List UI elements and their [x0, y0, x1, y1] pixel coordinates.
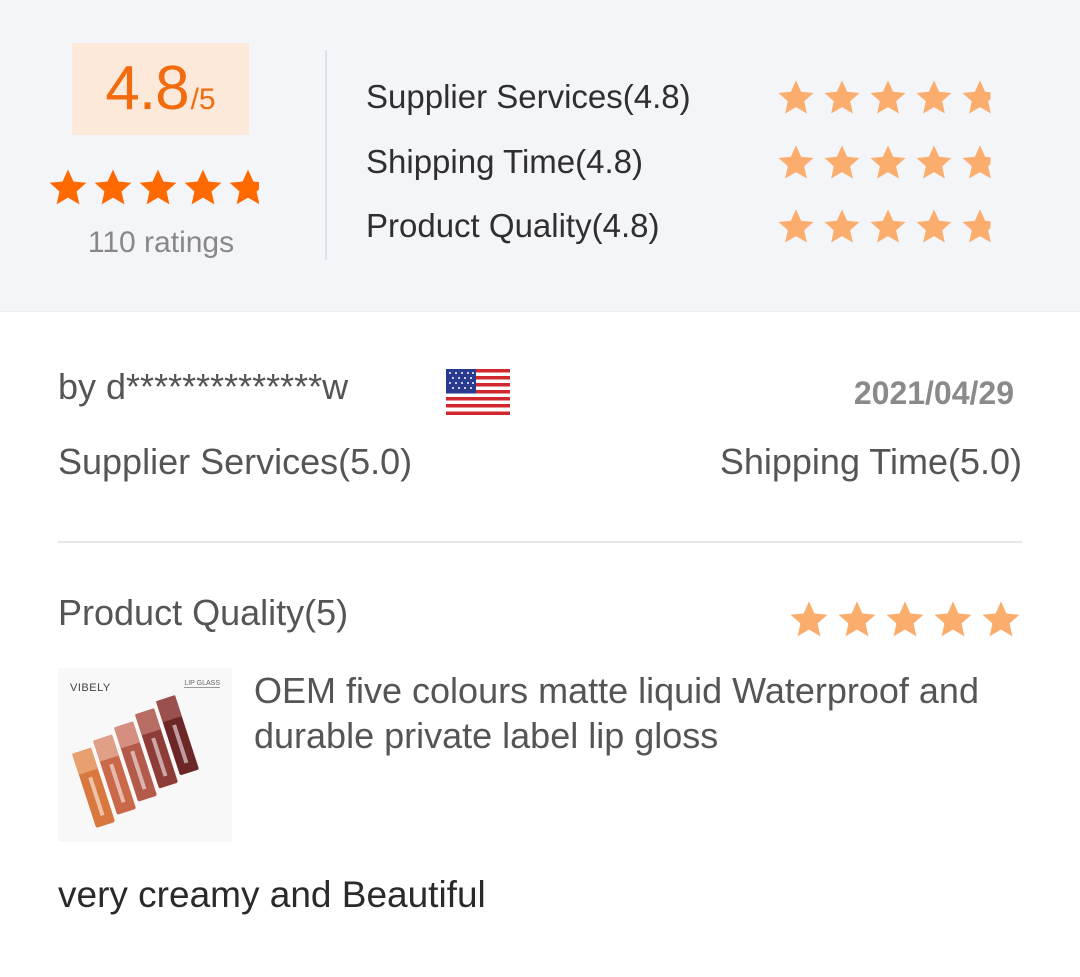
star-icon	[790, 601, 828, 637]
star-icon	[778, 80, 814, 114]
metric-row-supplier-services: Supplier Services(4.8)	[366, 75, 1026, 119]
review-divider	[58, 541, 1022, 543]
reviewer-name: by d**************w	[58, 366, 349, 407]
review-product-quality-label: Product Quality(5)	[58, 592, 349, 633]
product-title-link[interactable]: OEM five colours matte liquid Waterproof…	[254, 668, 1034, 758]
star-icon	[886, 601, 924, 637]
lip-gloss-tubes-image	[72, 695, 199, 828]
rating-summary-panel: 4.8 /5 110 ratings Supplier Services(4.8…	[0, 0, 1080, 312]
star-icon	[870, 209, 906, 243]
star-icon	[824, 209, 860, 243]
star-icon	[94, 169, 132, 205]
review-shipping-time: Shipping Time(5.0)	[719, 441, 1022, 482]
star-icon	[184, 169, 222, 205]
ratings-count: 110 ratings	[87, 226, 235, 259]
summary-divider	[325, 50, 327, 260]
metric-label: Shipping Time(4.8)	[366, 143, 643, 180]
metric-row-shipping-time: Shipping Time(4.8)	[366, 140, 1026, 184]
star-icon	[916, 80, 952, 114]
star-icon	[778, 145, 814, 179]
review-product-quality-stars	[788, 598, 1022, 640]
star-icon	[916, 145, 952, 179]
metric-star-rating	[776, 142, 1000, 182]
metric-label: Product Quality(4.8)	[366, 207, 660, 244]
star-icon	[916, 209, 952, 243]
star-icon	[962, 80, 998, 114]
metric-star-rating	[776, 77, 1000, 117]
metric-row-product-quality: Product Quality(4.8)	[366, 204, 1026, 248]
review-supplier-services: Supplier Services(5.0)	[58, 441, 413, 482]
overall-score-denominator: /5	[190, 83, 216, 116]
star-icon	[778, 209, 814, 243]
star-icon	[962, 145, 998, 179]
review-comment: very creamy and Beautiful	[58, 874, 486, 915]
star-icon	[982, 601, 1020, 637]
star-icon	[824, 80, 860, 114]
overall-score: 4.8	[105, 54, 189, 123]
overall-score-badge: 4.8 /5	[72, 43, 249, 135]
metric-star-rating	[776, 206, 1000, 246]
star-icon	[838, 601, 876, 637]
star-icon	[824, 145, 860, 179]
star-icon	[934, 601, 972, 637]
metric-label: Supplier Services(4.8)	[366, 78, 691, 115]
star-icon	[870, 80, 906, 114]
review-date: 2021/04/29	[853, 375, 1014, 411]
us-flag-icon	[446, 369, 510, 415]
star-icon	[49, 169, 87, 205]
star-icon	[139, 169, 177, 205]
product-thumbnail[interactable]: VIBELY LIP GLASS	[58, 668, 232, 842]
star-icon	[962, 209, 998, 243]
star-icon	[229, 169, 267, 205]
star-icon	[870, 145, 906, 179]
overall-star-rating	[47, 166, 269, 208]
